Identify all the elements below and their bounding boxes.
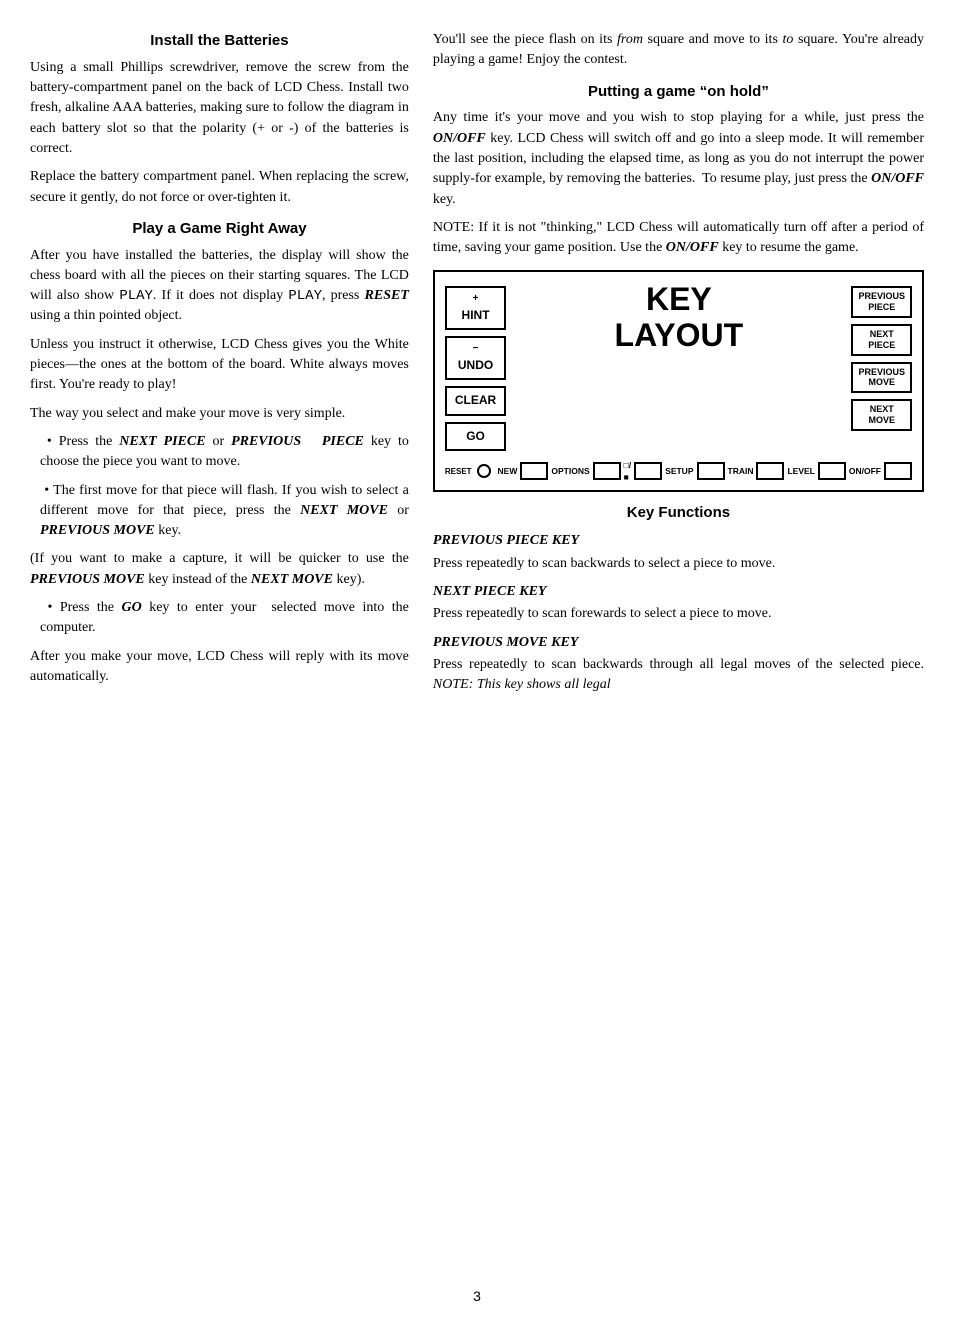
options-label: OPTIONS bbox=[551, 465, 589, 477]
play-p2: Unless you instruct it otherwise, LCD Ch… bbox=[30, 335, 409, 396]
new-key[interactable] bbox=[520, 462, 548, 480]
left-column: Install the Batteries Using a small Phil… bbox=[30, 30, 409, 1270]
undo-key[interactable]: − UNDO bbox=[445, 336, 506, 380]
bullet1: • Press the NEXT PIECE or PREVI­OUS PIEC… bbox=[40, 432, 409, 473]
reset-bold: RESET bbox=[365, 288, 409, 303]
install-p2: Replace the battery compartment panel. W… bbox=[30, 167, 409, 208]
key-functions-heading: Key Functions bbox=[433, 502, 924, 524]
on-hold-p1: Any time it's your move and you wish to … bbox=[433, 108, 924, 209]
next-move-key[interactable]: NEXTMOVE bbox=[851, 399, 912, 431]
play-mono1: PLAY bbox=[119, 288, 153, 304]
train-label: TRAIN bbox=[728, 465, 754, 477]
reset-label: RESET bbox=[445, 466, 472, 478]
hint-label: HINT bbox=[455, 307, 496, 324]
previous-piece-key[interactable]: PREVIOUSPIECE bbox=[851, 286, 912, 318]
onoff-key[interactable] bbox=[884, 462, 912, 480]
prev-piece-desc: Press repeatedly to scan backwards to se… bbox=[433, 554, 924, 574]
on-hold-heading: Putting a game “on hold” bbox=[433, 81, 924, 103]
options-key[interactable] bbox=[593, 462, 621, 480]
squares-key[interactable] bbox=[634, 462, 662, 480]
prev-piece-key-name: PREVIOUS PIECE KEY bbox=[433, 531, 924, 551]
previous-move-key[interactable]: PREVIOUSMOVE bbox=[851, 362, 912, 394]
next-piece-desc: Press repeatedly to scan forewards to se… bbox=[433, 604, 924, 624]
go-key[interactable]: GO bbox=[445, 422, 506, 451]
level-key[interactable] bbox=[818, 462, 846, 480]
setup-key[interactable] bbox=[697, 462, 725, 480]
reset-circle bbox=[477, 464, 491, 478]
train-key[interactable] bbox=[756, 462, 784, 480]
play-mono2: PLAY bbox=[288, 288, 322, 304]
page-number: 3 bbox=[30, 1286, 924, 1306]
prev-move-desc: Press repeatedly to scan backwards throu… bbox=[433, 655, 924, 696]
level-label: LEVEL bbox=[787, 465, 814, 477]
play-p3: The way you select and make your move is… bbox=[30, 404, 409, 424]
key-layout-diagram: + HINT − UNDO CLEAR GO KEY bbox=[433, 270, 924, 491]
bottom-row: RESET NEW OPTIONS □/■ SETUP TRAIN LEVEL … bbox=[445, 459, 912, 484]
bullet2: • The first move for that piece will fla… bbox=[40, 481, 409, 542]
next-piece-key[interactable]: NEXTPIECE bbox=[851, 324, 912, 356]
onoff-label: ON/OFF bbox=[849, 465, 881, 477]
play-p4: After you make your move, LCD Chess will… bbox=[30, 647, 409, 688]
key-layout-label: KEY LAYOUT bbox=[514, 282, 843, 352]
hint-key[interactable]: + HINT bbox=[445, 286, 506, 330]
key-layout-title: KEY LAYOUT bbox=[615, 282, 744, 352]
install-p1: Using a small Phillips screwdriver, remo… bbox=[30, 58, 409, 159]
prev-move-key-name: PREVIOUS MOVE KEY bbox=[433, 633, 924, 653]
undo-label: UNDO bbox=[455, 357, 496, 374]
play-p1: After you have installed the batteries, … bbox=[30, 246, 409, 327]
on-hold-note: NOTE: If it is not "thinking," LCD Chess… bbox=[433, 218, 924, 259]
right-column: You'll see the piece flash on its from s… bbox=[433, 30, 924, 1270]
right-keys: PREVIOUSPIECE NEXTPIECE PREVIOUSMOVE NEX… bbox=[851, 282, 912, 430]
left-keys: + HINT − UNDO CLEAR GO bbox=[445, 282, 506, 451]
bullet4: • Press the GO key to enter your selecte… bbox=[40, 598, 409, 639]
bullet3: (If you want to make a capture, it will … bbox=[30, 549, 409, 590]
setup-label: SETUP bbox=[665, 465, 693, 477]
page: Install the Batteries Using a small Phil… bbox=[0, 0, 954, 1336]
right-p1: You'll see the piece flash on its from s… bbox=[433, 30, 924, 71]
squares-label: □/■ bbox=[624, 459, 632, 484]
new-label: NEW bbox=[498, 465, 518, 477]
next-piece-key-name: NEXT PIECE KEY bbox=[433, 582, 924, 602]
install-batteries-heading: Install the Batteries bbox=[30, 30, 409, 52]
clear-key[interactable]: CLEAR bbox=[445, 386, 506, 415]
play-game-heading: Play a Game Right Away bbox=[30, 218, 409, 240]
